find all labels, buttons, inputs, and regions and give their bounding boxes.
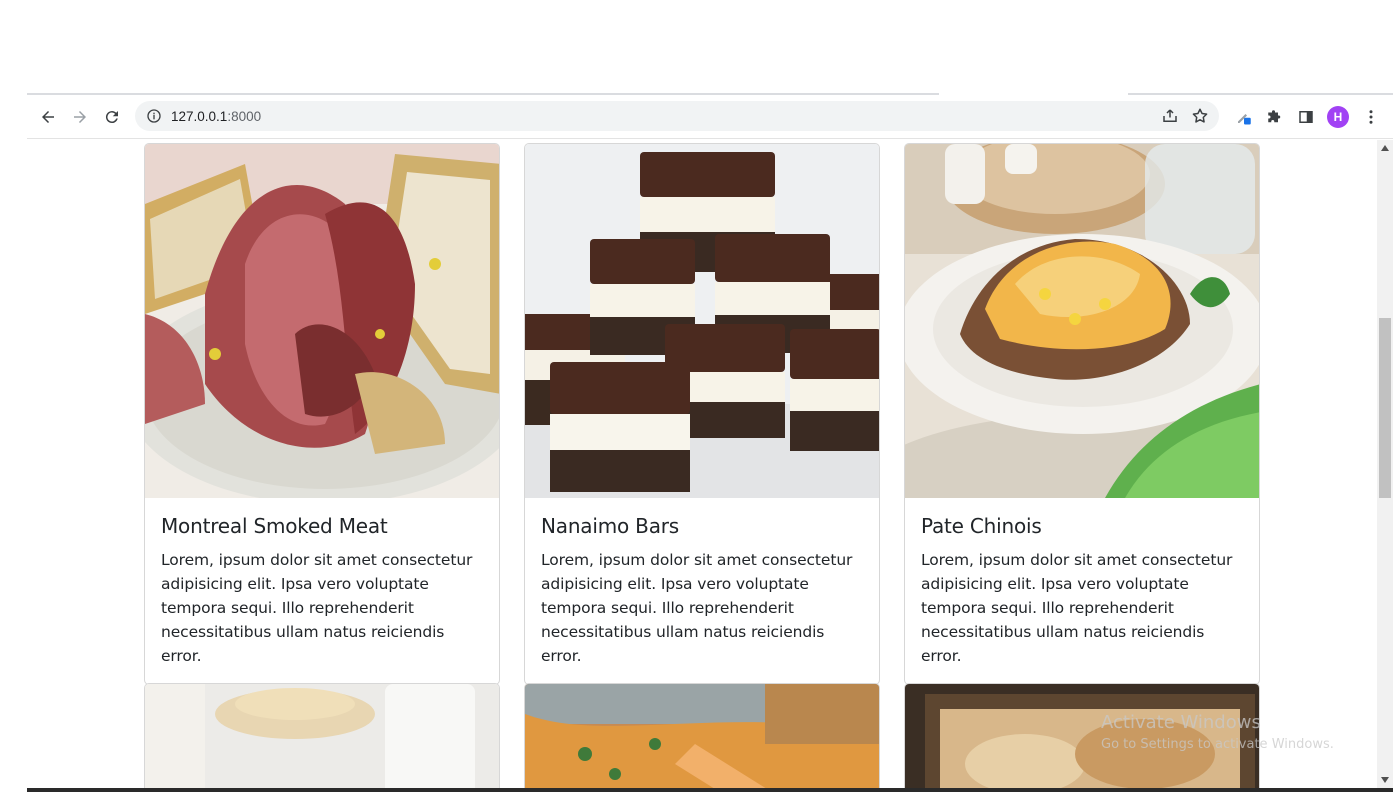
pen-extension-button[interactable] (1231, 104, 1257, 130)
pate-chinois-photo (905, 144, 1259, 498)
recipe-card-row2-3[interactable] (904, 683, 1260, 788)
address-bar[interactable]: 127.0.0.1:8000 (135, 101, 1219, 131)
food-photo (905, 684, 1259, 788)
taskbar-edge (27, 788, 1393, 792)
recipe-card-nanaimo-bars[interactable]: Nanaimo Bars Lorem, ipsum dolor sit amet… (524, 143, 880, 685)
url-port: :8000 (227, 108, 262, 124)
url-text[interactable]: 127.0.0.1:8000 (171, 109, 261, 124)
recipe-card-pate-chinois[interactable]: Pate Chinois Lorem, ipsum dolor sit amet… (904, 143, 1260, 685)
arrow-right-icon (74, 111, 86, 123)
bookmark-button[interactable] (1189, 105, 1211, 127)
card-body: Montreal Smoked Meat Lorem, ipsum dolor … (145, 498, 499, 684)
card-body: Pate Chinois Lorem, ipsum dolor sit amet… (905, 498, 1259, 684)
recipe-card-row2-1[interactable] (144, 683, 500, 788)
food-photo (525, 684, 879, 788)
omnibox-actions (1159, 105, 1211, 127)
card-text: Lorem, ipsum dolor sit amet consectetur … (921, 551, 1233, 665)
page-scrollbar[interactable] (1377, 140, 1393, 788)
profile-avatar[interactable]: H (1327, 106, 1349, 128)
puzzle-icon (1268, 110, 1281, 123)
share-button[interactable] (1159, 105, 1181, 127)
reload-icon (105, 111, 118, 124)
card-body: Nanaimo Bars Lorem, ipsum dolor sit amet… (525, 498, 879, 684)
share-icon (1163, 109, 1177, 122)
reload-button[interactable] (99, 104, 125, 130)
recipe-card-montreal-smoked-meat[interactable]: Montreal Smoked Meat Lorem, ipsum dolor … (144, 143, 500, 685)
scroll-down-arrow-icon[interactable] (1381, 777, 1389, 783)
site-info-button[interactable] (145, 107, 163, 125)
arrow-left-icon (42, 111, 54, 123)
page-content: Montreal Smoked Meat Lorem, ipsum dolor … (27, 140, 1377, 788)
card-text: Lorem, ipsum dolor sit amet consectetur … (541, 551, 853, 665)
card-title: Montreal Smoked Meat (161, 514, 388, 538)
side-panel-button[interactable] (1293, 104, 1319, 130)
browser-toolbar: 127.0.0.1:8000 H (27, 95, 1393, 139)
food-photo (145, 684, 499, 788)
pen-extension-icon (1238, 114, 1251, 125)
card-title: Pate Chinois (921, 514, 1042, 538)
browser-menu-button[interactable] (1358, 104, 1384, 130)
scroll-up-arrow-icon[interactable] (1381, 145, 1389, 151)
nanaimo-bars-photo (525, 144, 879, 498)
card-text: Lorem, ipsum dolor sit amet consectetur … (161, 551, 473, 665)
smoked-meat-photo (145, 144, 499, 498)
extensions-button[interactable] (1262, 104, 1288, 130)
scrollbar-thumb[interactable] (1379, 318, 1391, 498)
card-title: Nanaimo Bars (541, 514, 680, 538)
window-top-area (0, 0, 1393, 94)
url-host: 127.0.0.1 (171, 108, 228, 124)
side-panel-icon (1299, 111, 1313, 123)
kebab-menu-icon (1369, 110, 1373, 124)
info-icon (147, 109, 161, 123)
forward-button[interactable] (67, 104, 93, 130)
recipe-card-row2-2[interactable] (524, 683, 880, 788)
back-button[interactable] (35, 104, 61, 130)
star-icon (1192, 108, 1208, 123)
